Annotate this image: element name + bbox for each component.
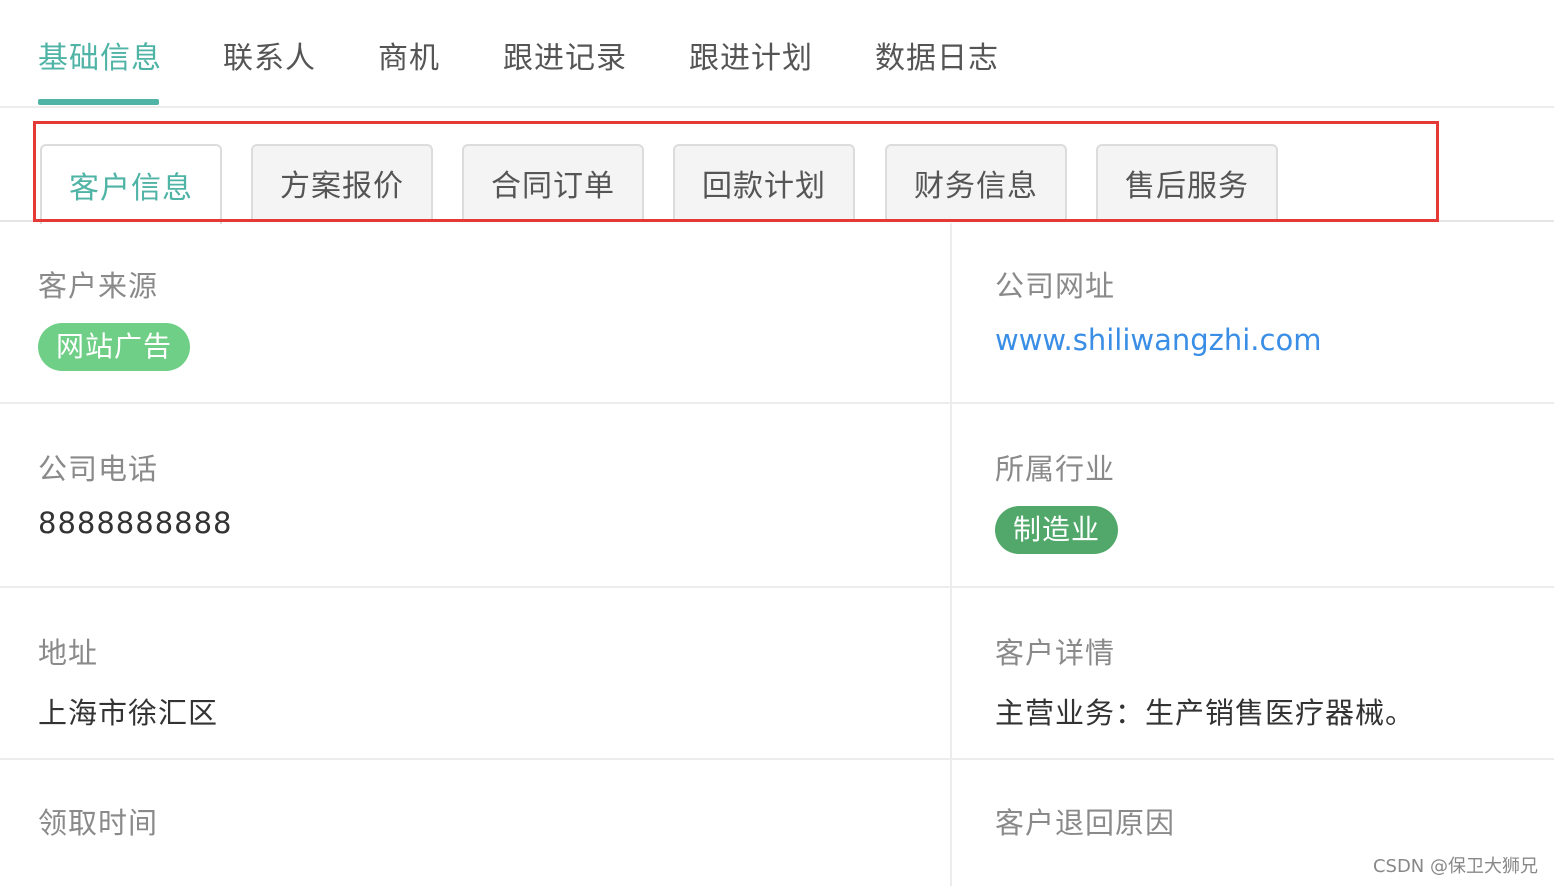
address-value: 上海市徐汇区	[38, 696, 219, 730]
website-link[interactable]: www.shiliwangzhi.com	[995, 323, 1321, 357]
field-claim-time: 领取时间	[38, 800, 158, 842]
subtab-finance-info[interactable]: 财务信息	[885, 144, 1067, 220]
detail-row: 地址 上海市徐汇区 客户详情 主营业务：生产销售医疗器械。	[0, 588, 1554, 760]
field-industry: 所属行业 制造业	[995, 446, 1119, 554]
field-label: 公司网址	[995, 269, 1116, 303]
field-company-phone: 公司电话 8888888888	[38, 446, 233, 540]
tab-data-log[interactable]: 数据日志	[875, 33, 999, 77]
active-tab-indicator	[38, 99, 159, 105]
industry-tag: 制造业	[995, 506, 1119, 554]
field-label: 客户详情	[995, 636, 1116, 670]
tab-follow-up-records[interactable]: 跟进记录	[503, 33, 627, 77]
tab-basic-info[interactable]: 基础信息	[38, 33, 162, 77]
field-label: 所属行业	[995, 452, 1116, 486]
subtab-contract-orders[interactable]: 合同订单	[462, 144, 644, 220]
sub-tab-bar: 客户信息 方案报价 合同订单 回款计划 财务信息 售后服务	[0, 110, 1554, 224]
field-label: 地址	[38, 636, 99, 670]
tab-opportunities[interactable]: 商机	[378, 33, 440, 77]
detail-row: 领取时间 客户退回原因	[0, 760, 1554, 884]
subtab-customer-info[interactable]: 客户信息	[40, 144, 222, 224]
field-label: 领取时间	[38, 806, 159, 840]
subtab-payment-plan[interactable]: 回款计划	[673, 144, 855, 220]
customer-detail-grid: 客户来源 网站广告 公司网址 www.shiliwangzhi.com 公司电话…	[0, 223, 1554, 884]
tab-follow-up-plan[interactable]: 跟进计划	[689, 33, 813, 77]
detail-row: 客户来源 网站广告 公司网址 www.shiliwangzhi.com	[0, 223, 1554, 404]
field-customer-source: 客户来源 网站广告	[38, 263, 191, 371]
field-label: 客户退回原因	[995, 806, 1176, 840]
subtab-quotation[interactable]: 方案报价	[251, 144, 433, 220]
top-tab-bar: 基础信息 联系人 商机 跟进记录 跟进计划 数据日志	[0, 0, 1554, 108]
field-customer-details: 客户详情 主营业务：生产销售医疗器械。	[995, 630, 1415, 732]
watermark: CSDN @保卫大狮兄	[1372, 856, 1538, 877]
field-label: 公司电话	[38, 452, 159, 486]
tab-contacts[interactable]: 联系人	[223, 33, 316, 77]
source-tag: 网站广告	[38, 323, 191, 371]
field-return-reason: 客户退回原因	[995, 800, 1175, 842]
field-address: 地址 上海市徐汇区	[38, 630, 218, 732]
detail-row: 公司电话 8888888888 所属行业 制造业	[0, 404, 1554, 588]
subtab-after-sales[interactable]: 售后服务	[1096, 144, 1278, 220]
phone-value: 8888888888	[38, 506, 233, 540]
field-company-website: 公司网址 www.shiliwangzhi.com	[995, 263, 1321, 357]
field-label: 客户来源	[38, 269, 159, 303]
customer-details-value: 主营业务：生产销售医疗器械。	[995, 696, 1416, 730]
